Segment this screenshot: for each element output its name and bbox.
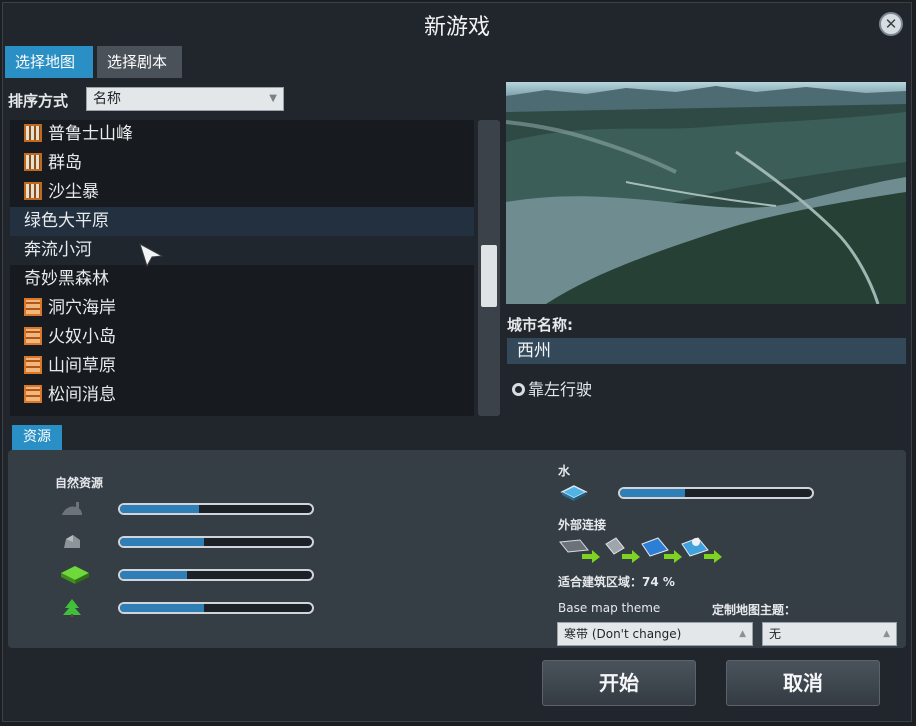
base-map-theme-label: Base map theme — [558, 601, 661, 615]
map-list-item-label: 松间消息 — [48, 385, 116, 405]
resource-level-bar — [118, 569, 314, 581]
map-list-item[interactable]: 绿色大平原 — [10, 207, 474, 236]
resource-level-fill — [120, 538, 205, 546]
start-button[interactable]: 开始 — [542, 660, 696, 706]
sort-label: 排序方式 — [8, 92, 69, 110]
water-level-bar — [618, 487, 814, 499]
cancel-button[interactable]: 取消 — [726, 660, 880, 706]
natural-resources-title: 自然资源 — [55, 476, 104, 490]
map-list-item-label: 绿色大平原 — [24, 211, 109, 231]
scrollbar-thumb[interactable] — [481, 245, 497, 307]
map-list-item-label: 群岛 — [48, 153, 82, 173]
custom-map-theme-label: 定制地图主题： — [712, 603, 797, 617]
buildable-area-text: 适合建筑区域：74 % — [558, 575, 675, 589]
left-hand-traffic-label: 靠左行驶 — [528, 380, 593, 399]
map-list-item[interactable]: 松间消息 — [10, 381, 474, 410]
resource-level-bar — [118, 536, 314, 548]
resource-level-fill — [120, 505, 199, 513]
sand-theme-icon — [24, 181, 42, 200]
brick-theme-icon — [24, 297, 42, 316]
sort-selected-value: 名称 — [93, 91, 121, 107]
oil-icon — [60, 499, 84, 519]
map-list-item-label: 奔流小河 — [24, 240, 92, 260]
tab-select-map[interactable]: 选择地图 — [5, 46, 93, 78]
close-button[interactable]: ✕ — [879, 12, 903, 36]
chevron-up-icon: ▲ — [883, 629, 890, 639]
tab-select-scenario[interactable]: 选择剧本 — [97, 46, 182, 78]
ore-icon — [60, 532, 84, 552]
fertile-land-icon — [60, 565, 89, 585]
map-list-item[interactable]: 群岛 — [10, 149, 474, 178]
forest-icon — [60, 598, 84, 618]
resource-level-fill — [120, 604, 205, 612]
map-list[interactable]: 普鲁士山峰群岛沙尘暴绿色大平原奔流小河奇妙黑森林洞穴海岸火奴小岛山间草原松间消息 — [10, 120, 474, 416]
external-connections-title: 外部连接 — [558, 518, 607, 532]
external-connections-icons — [559, 537, 722, 563]
base-map-theme-value: 寒带 (Don't change) — [564, 627, 682, 641]
city-name-label: 城市名称: — [507, 316, 573, 334]
city-name-input[interactable]: 西州 — [507, 338, 906, 364]
map-list-item[interactable]: 普鲁士山峰 — [10, 120, 474, 149]
base-map-theme-dropdown[interactable]: 寒带 (Don't change) ▲ — [557, 622, 753, 646]
highway-connection-icon — [559, 539, 600, 563]
map-list-item-label: 普鲁士山峰 — [48, 124, 133, 144]
brick-theme-icon — [24, 326, 42, 345]
air-connection-icon — [681, 537, 722, 563]
brick-theme-icon — [24, 384, 42, 403]
resource-level-fill — [120, 571, 188, 579]
window-title: 新游戏 — [423, 15, 490, 40]
chevron-up-icon: ▲ — [739, 629, 746, 639]
map-list-item[interactable]: 山间草原 — [10, 352, 474, 381]
map-list-item-label: 沙尘暴 — [48, 182, 99, 202]
custom-map-theme-dropdown[interactable]: 无 ▲ — [762, 622, 897, 646]
close-icon: ✕ — [884, 15, 898, 33]
map-preview-image — [506, 82, 906, 304]
sand-theme-icon — [24, 123, 42, 142]
map-list-item[interactable]: 奔流小河 — [10, 236, 474, 265]
map-list-scrollbar[interactable] — [478, 120, 500, 416]
railway-connection-icon — [605, 537, 640, 563]
map-list-item-label: 奇妙黑森林 — [24, 269, 109, 289]
custom-map-theme-value: 无 — [769, 627, 782, 641]
chevron-down-icon: ▼ — [269, 93, 277, 104]
map-list-item-label: 洞穴海岸 — [48, 298, 116, 318]
resource-level-bar — [118, 602, 314, 614]
sort-dropdown[interactable]: 名称 ▼ — [86, 87, 284, 111]
map-list-item[interactable]: 沙尘暴 — [10, 178, 474, 207]
water-icon — [560, 485, 588, 501]
map-list-item-label: 火奴小岛 — [48, 327, 116, 347]
map-list-item[interactable]: 洞穴海岸 — [10, 294, 474, 323]
map-list-item[interactable]: 奇妙黑森林 — [10, 265, 474, 294]
sand-theme-icon — [24, 152, 42, 171]
left-hand-traffic-toggle[interactable]: 靠左行驶 — [512, 376, 592, 400]
resources-panel — [8, 450, 906, 648]
tab-resources[interactable]: 资源 — [12, 425, 62, 450]
radio-button-icon[interactable] — [512, 382, 525, 396]
map-list-item-label: 山间草原 — [48, 356, 116, 376]
brick-theme-icon — [24, 355, 42, 374]
mouse-cursor-icon — [139, 242, 164, 268]
water-title: 水 — [558, 464, 571, 478]
ship-connection-icon — [641, 537, 682, 563]
map-list-item[interactable]: 火奴小岛 — [10, 323, 474, 352]
water-level-fill — [620, 489, 686, 497]
resource-level-bar — [118, 503, 314, 515]
